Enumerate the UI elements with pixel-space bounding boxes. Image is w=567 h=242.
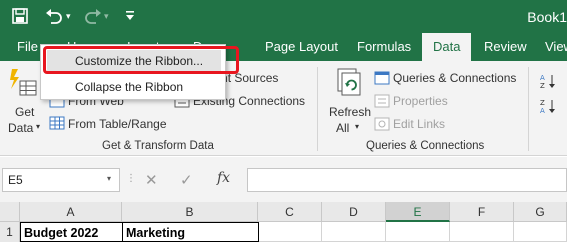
enter-icon[interactable]: ✓	[180, 171, 193, 189]
refresh-all-dropdown-icon[interactable]: ▾	[355, 122, 359, 131]
queries-connections-label[interactable]: Queries & Connections	[393, 71, 516, 85]
properties-label: Properties	[393, 94, 448, 108]
column-header-b[interactable]: B	[122, 202, 258, 222]
undo-icon[interactable]	[45, 8, 63, 26]
cell-a1[interactable]: Budget 2022	[20, 222, 123, 242]
svg-text:A: A	[540, 74, 545, 82]
properties-icon	[374, 94, 390, 113]
column-header-e[interactable]: E	[386, 202, 450, 222]
tab-data[interactable]: Data	[422, 33, 472, 61]
formula-bar-area: E5 ▾ ⋮ ✕ ✓ fx	[0, 157, 567, 202]
row-header-1[interactable]: 1	[0, 222, 20, 242]
cell-e1[interactable]	[386, 222, 450, 242]
from-table-range-label[interactable]: From Table/Range	[68, 117, 167, 131]
name-box-dropdown-icon[interactable]: ▾	[107, 174, 111, 183]
get-transform-group-label: Get & Transform Data	[102, 140, 214, 152]
save-icon[interactable]	[12, 8, 28, 26]
cancel-icon[interactable]: ✕	[145, 171, 158, 189]
tab-formulas[interactable]: Formulas	[348, 33, 420, 61]
workbook-title: Book1	[527, 9, 567, 25]
from-table-range-icon[interactable]	[49, 116, 65, 135]
tab-view[interactable]: View	[536, 33, 567, 61]
redo-icon[interactable]	[84, 8, 102, 26]
ribbon-group-divider	[317, 67, 318, 151]
sort-ascending-icon[interactable]: AZ	[540, 73, 558, 94]
column-header-g[interactable]: G	[514, 202, 567, 222]
sort-descending-icon[interactable]: ZA	[540, 98, 558, 119]
get-data-dropdown-icon[interactable]: ▾	[36, 122, 40, 131]
formula-input[interactable]	[247, 168, 567, 192]
title-bar: ▾ ▾ Book1	[0, 0, 567, 33]
refresh-all-icon[interactable]	[334, 67, 364, 104]
collapse-ribbon-menu-item[interactable]: Collapse the Ribbon	[47, 76, 221, 98]
svg-text:Z: Z	[540, 99, 545, 107]
name-box[interactable]: E5	[2, 168, 120, 192]
svg-text:A: A	[540, 107, 545, 114]
get-data-icon[interactable]	[8, 67, 38, 106]
get-data-label-line1[interactable]: Get	[15, 105, 34, 119]
column-header-d[interactable]: D	[322, 202, 386, 222]
customize-qat-icon[interactable]	[125, 8, 135, 26]
edit-links-icon	[374, 117, 390, 136]
cell-b1[interactable]: Marketing	[122, 222, 259, 242]
queries-connections-icon[interactable]	[374, 71, 390, 90]
column-header-a[interactable]: A	[20, 202, 122, 222]
refresh-all-label-line2[interactable]: All	[336, 121, 349, 135]
refresh-all-label-line1[interactable]: Refresh	[329, 105, 371, 119]
queries-connections-group-label: Queries & Connections	[366, 140, 485, 152]
redo-dropdown-icon[interactable]: ▾	[104, 9, 109, 23]
get-data-label-line2[interactable]: Data	[8, 121, 33, 135]
highlight-box	[43, 46, 239, 74]
cell-c1[interactable]	[259, 222, 322, 242]
svg-text:Z: Z	[540, 82, 545, 89]
column-header-c[interactable]: C	[258, 202, 322, 222]
ribbon-group-divider-2	[528, 67, 529, 151]
tab-page-layout[interactable]: Page Layout	[256, 33, 347, 61]
column-header-f[interactable]: F	[450, 202, 514, 222]
cell-d1[interactable]	[322, 222, 386, 242]
cell-g1[interactable]	[514, 222, 567, 242]
cell-f1[interactable]	[450, 222, 514, 242]
undo-dropdown-icon[interactable]: ▾	[66, 9, 71, 23]
edit-links-label: Edit Links	[393, 117, 446, 131]
select-all-corner[interactable]	[0, 202, 20, 222]
insert-function-icon[interactable]: fx	[217, 170, 230, 186]
formula-bar-grip-icon[interactable]: ⋮	[126, 174, 136, 184]
tab-review[interactable]: Review	[475, 33, 536, 61]
